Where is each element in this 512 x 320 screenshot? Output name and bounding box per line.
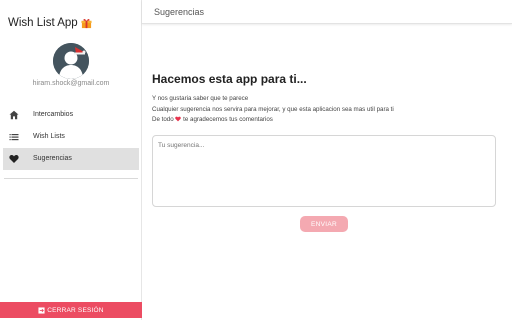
divider — [4, 178, 138, 179]
logout-label: CERRAR SESIÓN — [47, 306, 104, 314]
list-icon — [9, 134, 19, 141]
description-line: Y nos gustaria saber que te parece — [152, 95, 249, 102]
description: Y nos gustaria saber que te parece Cualq… — [152, 94, 394, 126]
sidebar: Wish List App hiram.shock@gmail.com Inte… — [0, 0, 142, 320]
logout-icon — [38, 306, 45, 314]
app-brand: Wish List App — [8, 17, 92, 29]
description-line: Cualquier sugerencia nos servira para me… — [152, 105, 394, 113]
sidebar-item-label: Sugerencias — [33, 155, 72, 162]
top-bar: Sugerencias — [142, 0, 512, 24]
page-title: Sugerencias — [154, 7, 205, 17]
app-title: Wish List App — [8, 17, 78, 29]
heart-icon — [9, 155, 19, 163]
user-email: hiram.shock@gmail.com — [32, 80, 110, 87]
app-root: Wish List App hiram.shock@gmail.com Inte… — [0, 0, 512, 320]
description-text: De todo — [152, 116, 174, 123]
gift-icon — [81, 18, 92, 28]
suggestion-input[interactable] — [152, 135, 496, 207]
sidebar-item-label: Wish Lists — [33, 133, 65, 140]
sidebar-item-sugerencias[interactable]: Sugerencias — [3, 148, 139, 170]
home-icon — [9, 110, 19, 120]
user-avatar-icon — [53, 43, 89, 79]
sidebar-item-wish-lists[interactable]: Wish Lists — [0, 126, 142, 148]
logout-button[interactable]: CERRAR SESIÓN — [0, 302, 142, 318]
sidebar-nav: Intercambios Wish Lists Sugerencias — [0, 104, 142, 170]
heart-icon — [175, 116, 182, 122]
section-heading: Hacemos esta app para ti... — [152, 72, 307, 86]
sidebar-item-intercambios[interactable]: Intercambios — [0, 104, 142, 126]
avatar[interactable] — [53, 43, 89, 79]
send-button[interactable]: ENVIAR — [300, 216, 348, 232]
description-line-thanks: De todo te agradecemos tus comentarios — [152, 115, 394, 126]
description-text: te agradecemos tus comentarios — [183, 116, 273, 123]
sidebar-item-label: Intercambios — [33, 111, 74, 118]
